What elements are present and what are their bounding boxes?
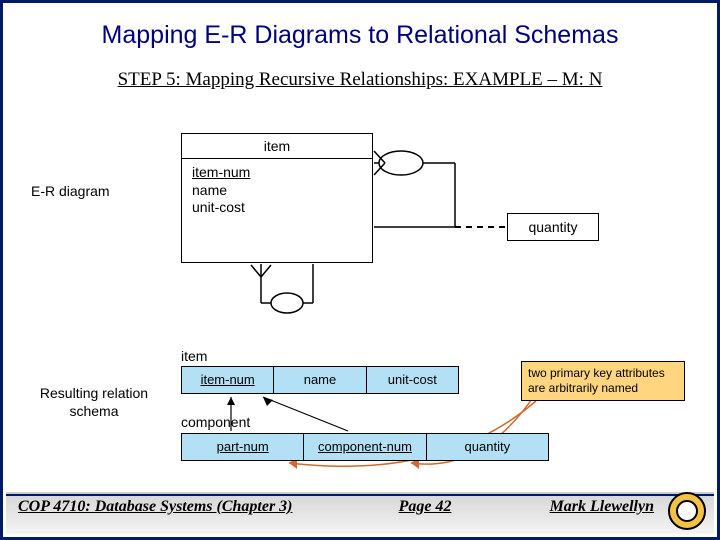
attr-pk: item-num (192, 164, 250, 182)
entity-attrs: item-num name unit-cost (192, 164, 250, 217)
component-col-partnum: part-num (182, 434, 304, 460)
item-col-unitcost: unit-cost (367, 367, 458, 393)
footer-bar: COP 4710: Database Systems (Chapter 3) P… (6, 494, 714, 534)
item-col-name: name (274, 367, 366, 393)
attr-unitcost: unit-cost (192, 199, 250, 217)
relation-component-row: part-num component-num quantity (181, 433, 549, 461)
relation-item-label: item (181, 348, 207, 364)
note-box: two primary key attributes are arbitrari… (521, 361, 685, 401)
attr-name: name (192, 182, 250, 200)
slide-frame: Mapping E-R Diagrams to Relational Schem… (0, 0, 720, 540)
er-diagram-label: E-R diagram (31, 183, 110, 199)
resulting-schema-label: Resulting relation schema (29, 385, 159, 420)
entity-name: item (182, 138, 372, 154)
relation-item-row: item-num name unit-cost (181, 366, 459, 394)
entity-item-box: item item-num name unit-cost (181, 133, 373, 263)
ucf-logo-icon (668, 492, 706, 530)
step-subtitle: STEP 5: Mapping Recursive Relationships:… (3, 69, 717, 91)
component-col-componentnum: component-num (304, 434, 426, 460)
rel-attr-connector (455, 226, 505, 228)
footer-author: Mark Llewellyn (550, 498, 654, 516)
entity-divider (182, 158, 372, 159)
item-col-itemnum: item-num (182, 367, 274, 393)
rel-attr-box: quantity (507, 213, 599, 241)
relation-component-label: component (181, 414, 250, 430)
page-title: Mapping E-R Diagrams to Relational Schem… (3, 21, 717, 50)
component-col-quantity: quantity (427, 434, 548, 460)
